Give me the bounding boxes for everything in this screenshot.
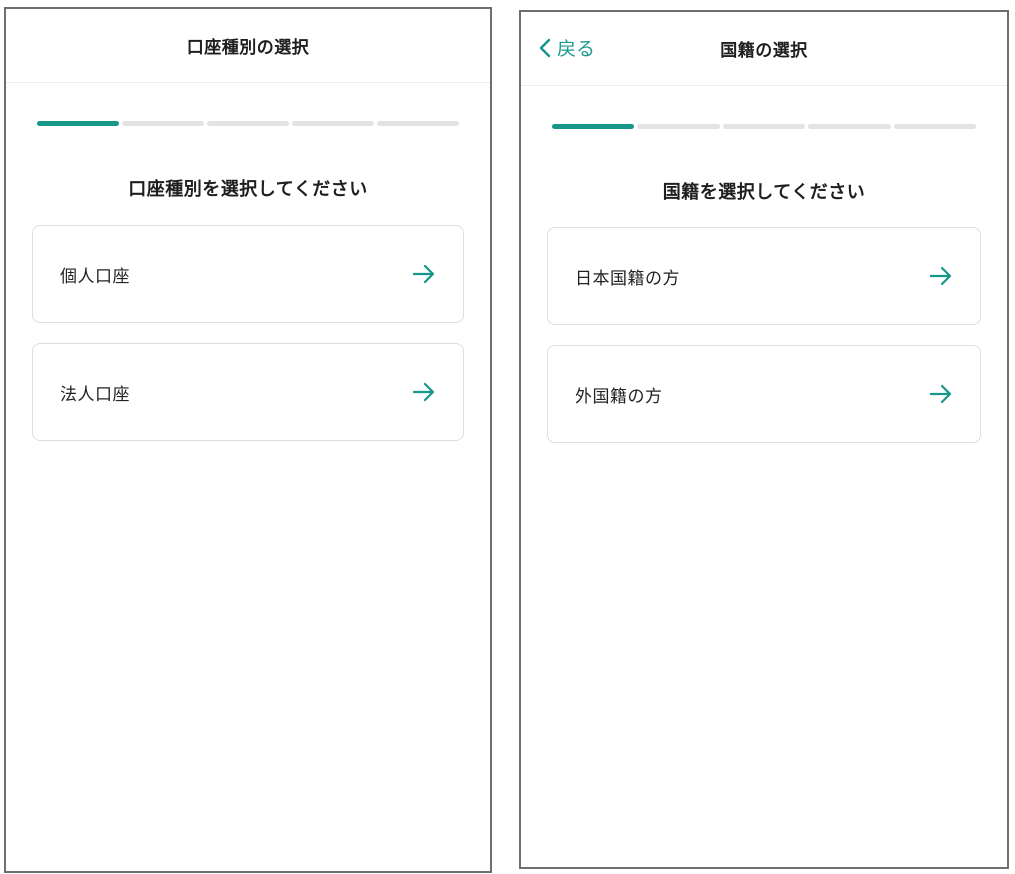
progress-bar — [552, 124, 977, 129]
option-label: 外国籍の方 — [575, 386, 663, 407]
option-foreign-nationality[interactable]: 外国籍の方 — [547, 345, 981, 443]
arrow-right-icon — [930, 266, 952, 286]
option-individual-account[interactable]: 個人口座 — [32, 225, 464, 323]
progress-step-4 — [808, 124, 891, 129]
progress-bar — [37, 121, 459, 126]
nationality-screen: 戻る 国籍の選択 国籍を選択してください 日本国籍の方 外国籍の方 — [519, 10, 1009, 869]
page-title: 口座種別の選択 — [186, 38, 310, 58]
progress-step-5 — [377, 121, 459, 126]
selection-prompt: 口座種別を選択してください — [128, 179, 368, 200]
arrow-right-icon — [930, 384, 952, 404]
progress-step-4 — [292, 121, 374, 126]
option-label: 日本国籍の方 — [575, 268, 680, 289]
arrow-right-icon — [413, 264, 435, 284]
progress-step-3 — [207, 121, 289, 126]
progress-step-3 — [722, 124, 806, 129]
progress-step-1 — [552, 124, 635, 129]
back-label: 戻る — [557, 38, 596, 60]
arrow-right-icon — [413, 382, 435, 402]
option-japanese-nationality[interactable]: 日本国籍の方 — [547, 227, 981, 325]
progress-step-2 — [122, 121, 204, 126]
progress-step-1 — [37, 121, 119, 126]
progress-step-2 — [637, 124, 720, 129]
header: 口座種別の選択 — [6, 9, 490, 83]
option-corporate-account[interactable]: 法人口座 — [32, 343, 464, 441]
option-label: 法人口座 — [60, 384, 130, 405]
back-button[interactable]: 戻る — [539, 34, 595, 61]
selection-prompt: 国籍を選択してください — [662, 182, 866, 203]
option-label: 個人口座 — [60, 266, 130, 287]
header: 戻る 国籍の選択 — [521, 12, 1007, 86]
account-type-screen: 口座種別の選択 口座種別を選択してください 個人口座 法人口座 — [4, 7, 492, 873]
progress-step-5 — [893, 124, 977, 129]
page-title: 国籍の選択 — [720, 41, 808, 61]
chevron-left-icon — [539, 38, 551, 58]
